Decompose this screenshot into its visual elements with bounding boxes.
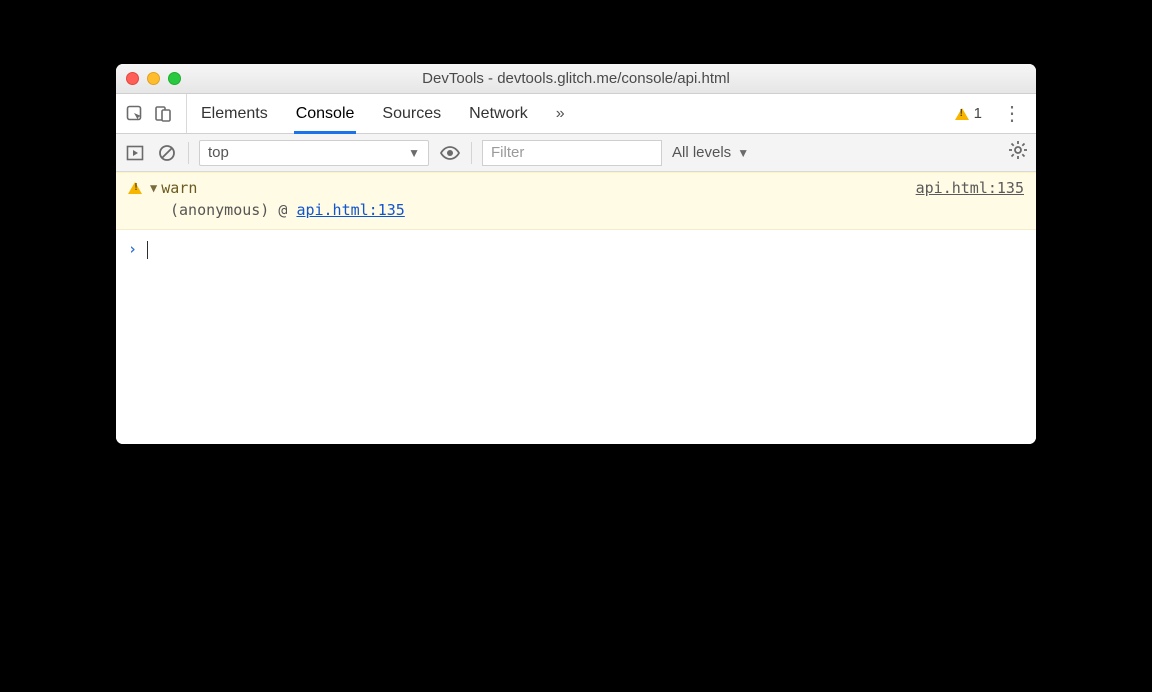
log-levels-label: All levels xyxy=(672,144,731,161)
separator xyxy=(188,142,189,164)
device-toolbar-icon[interactable] xyxy=(152,103,174,125)
tabstrip: Elements Console Sources Network » 1 ⋮ xyxy=(116,94,1036,134)
console-warning-message: ▼ warn api.html:135 (anonymous) @ api.ht… xyxy=(116,172,1036,230)
warning-icon xyxy=(955,108,969,120)
dropdown-caret-icon: ▼ xyxy=(408,146,420,160)
more-options-button[interactable]: ⋮ xyxy=(996,101,1028,126)
live-expression-icon[interactable] xyxy=(439,142,461,164)
window-bottom-spacer xyxy=(116,430,1036,444)
disclosure-triangle[interactable]: ▼ xyxy=(150,181,157,195)
execution-context-select[interactable]: top ▼ xyxy=(199,140,429,166)
zoom-window-button[interactable] xyxy=(168,72,181,85)
separator xyxy=(471,142,472,164)
traffic-lights xyxy=(126,72,181,85)
titlebar: DevTools - devtools.glitch.me/console/ap… xyxy=(116,64,1036,94)
dropdown-caret-icon: ▼ xyxy=(737,146,749,160)
inspect-element-icon[interactable] xyxy=(124,103,146,125)
execution-context-value: top xyxy=(208,144,229,161)
warning-source-link[interactable]: api.html:135 xyxy=(916,179,1024,197)
tab-sources[interactable]: Sources xyxy=(382,94,441,133)
warning-text: warn xyxy=(161,179,197,197)
clear-console-icon[interactable] xyxy=(156,142,178,164)
warning-icon xyxy=(128,182,142,194)
stack-frame-prefix: (anonymous) @ xyxy=(170,201,296,219)
tab-network[interactable]: Network xyxy=(469,94,528,133)
tab-console[interactable]: Console xyxy=(296,94,355,133)
tabstrip-right: 1 ⋮ xyxy=(955,101,1028,126)
main-tabs: Elements Console Sources Network » xyxy=(201,94,565,133)
tabs-overflow-button[interactable]: » xyxy=(556,94,565,133)
prompt-caret-icon: › xyxy=(128,240,137,258)
console-body: ▼ warn api.html:135 (anonymous) @ api.ht… xyxy=(116,172,1036,430)
console-prompt[interactable]: › xyxy=(116,230,1036,430)
warning-summary-row: ▼ warn api.html:135 xyxy=(128,179,1024,197)
log-levels-select[interactable]: All levels ▼ xyxy=(672,144,749,161)
stack-frame-link[interactable]: api.html:135 xyxy=(296,201,404,219)
warnings-count: 1 xyxy=(974,105,982,122)
toggle-sidebar-icon[interactable] xyxy=(124,142,146,164)
tab-elements[interactable]: Elements xyxy=(201,94,268,133)
console-toolbar: top ▼ All levels ▼ xyxy=(116,134,1036,172)
tabstrip-left-tools xyxy=(124,94,187,133)
close-window-button[interactable] xyxy=(126,72,139,85)
warnings-badge[interactable]: 1 xyxy=(955,105,982,122)
minimize-window-button[interactable] xyxy=(147,72,160,85)
devtools-window: DevTools - devtools.glitch.me/console/ap… xyxy=(116,64,1036,444)
window-title: DevTools - devtools.glitch.me/console/ap… xyxy=(116,70,1036,87)
warning-stack-row: (anonymous) @ api.html:135 xyxy=(128,201,1024,219)
filter-input[interactable] xyxy=(482,140,662,166)
console-settings-icon[interactable] xyxy=(1008,140,1028,165)
text-cursor xyxy=(147,241,148,259)
